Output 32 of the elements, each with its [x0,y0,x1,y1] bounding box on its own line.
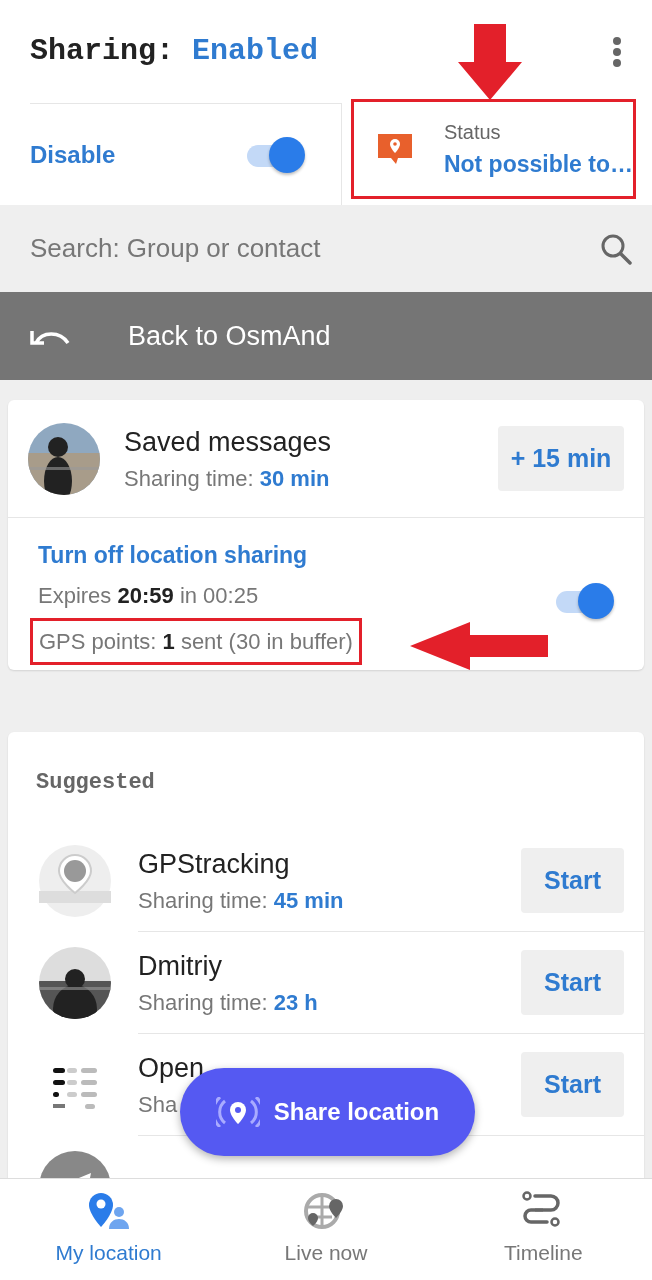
start-button[interactable]: Start [521,1052,624,1117]
sharing-time: Sha [138,1091,178,1120]
sharing-time: Sharing time: 23 h [138,989,318,1018]
back-bar[interactable]: Back to OsmAnd [0,292,652,380]
gps-points-text: GPS points: 1 sent (30 in buffer) [30,617,362,665]
status-label: Status [443,119,502,145]
status-value: Not possible to… [443,149,633,179]
my-location-icon [86,1190,131,1231]
toggle-switch[interactable] [246,136,305,173]
start-button[interactable]: Start [521,848,624,913]
broadcast-pin-icon [215,1097,260,1127]
sharing-time: Sharing time: 45 min [138,887,344,916]
search-field[interactable]: Search: Group or contact [30,229,550,268]
extend-time-button[interactable]: + 15 min [498,426,624,491]
location-alert-icon [375,132,414,166]
sharing-time: Sharing time: 30 min [124,465,330,494]
turn-off-link[interactable]: Turn off location sharing [38,538,362,573]
expiry-text: Expires 20:59 in 00:25 [38,581,260,610]
status-panel[interactable]: Status Not possible to… [350,99,636,199]
contact-name: Dmitriy [138,949,222,983]
sharing-title: Sharing: [30,33,175,70]
disable-label: Disable [30,139,116,170]
back-label: Back to OsmAnd [128,319,331,353]
contact-name: Saved messages [124,425,332,459]
contact-name: GPStracking [138,847,290,881]
start-button[interactable]: Start [521,950,624,1015]
pin-avatar-icon [39,845,111,917]
search-icon[interactable] [600,232,632,265]
section-title: Suggested [35,769,156,797]
sharing-state: Enabled [192,33,319,70]
toggle-switch[interactable] [556,583,614,620]
more-menu-icon[interactable] [612,35,622,68]
